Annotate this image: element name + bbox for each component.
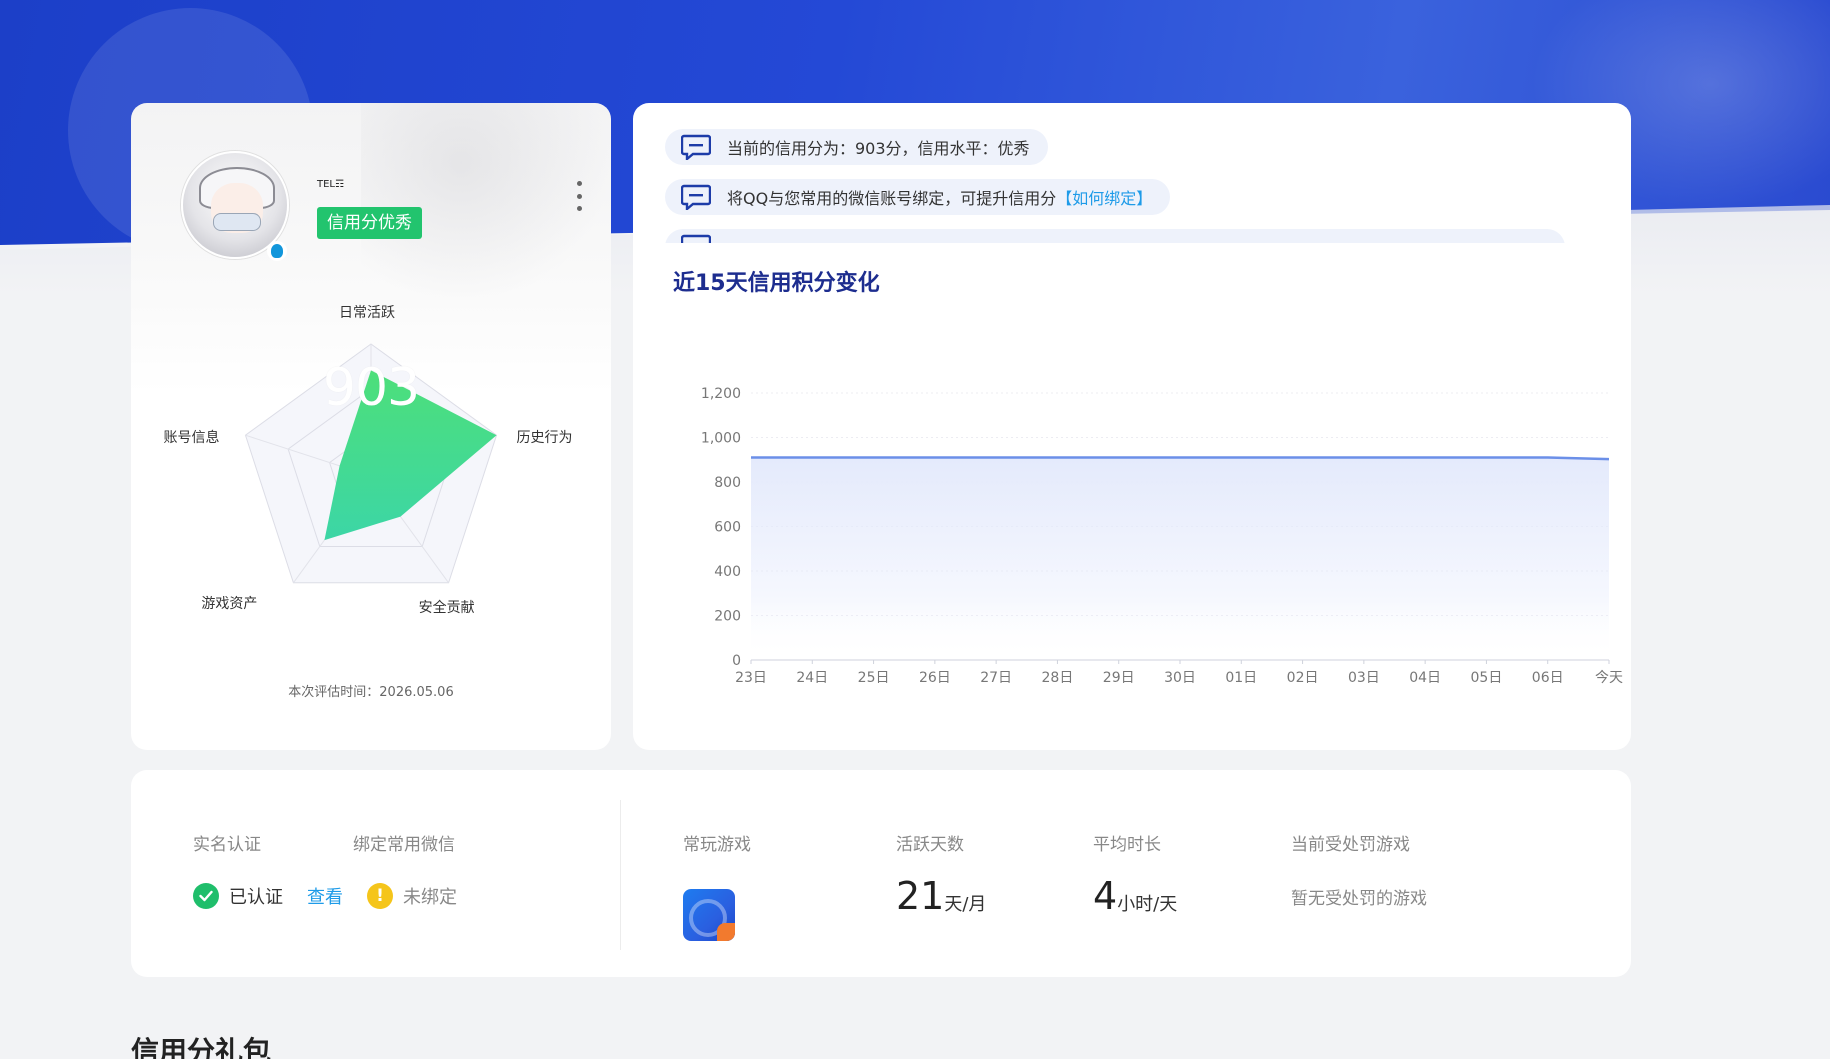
area-fill <box>751 457 1609 660</box>
y-tick-label: 200 <box>714 609 741 625</box>
radar-label-security-contribution: 安全贡献 <box>418 599 475 616</box>
frequent-game-label: 常玩游戏 <box>683 835 751 855</box>
notice-item: 当前的信用分为：903分，信用水平：优秀 <box>665 129 1048 165</box>
active-days-value: 21 <box>896 874 945 918</box>
notice-list[interactable]: 当前的信用分为：903分，信用水平：优秀 将QQ与您常用的微信账号绑定，可提升信… <box>665 129 1565 243</box>
x-tick-label: 27日 <box>980 670 1012 686</box>
active-days-value-row: 21 天/月 <box>896 870 986 922</box>
x-tick-label: 23日 <box>735 670 767 686</box>
profile-card: TEL☶ 信用分优秀 日常活跃 历史行为 安全贡献 游戏资产 账号信息 903 … <box>131 103 611 750</box>
radar-label-game-assets: 游戏资产 <box>201 595 258 612</box>
evaluation-time: 本次评估时间：2026.05.06 <box>288 685 454 700</box>
x-tick-label: 26日 <box>919 670 951 686</box>
y-tick-label: 600 <box>714 520 741 536</box>
more-options-icon[interactable] <box>571 181 587 211</box>
y-tick-label: 1,000 <box>701 431 741 447</box>
view-realname-link[interactable]: 查看 <box>307 883 343 909</box>
notice-item-partial <box>665 229 1565 243</box>
radar-label-history-behavior: 历史行为 <box>516 430 573 447</box>
credit-score: 903 <box>322 358 420 418</box>
radar-label-daily-activity: 日常活跃 <box>339 305 395 321</box>
x-tick-label: 05日 <box>1471 670 1503 686</box>
x-tick-label: 02日 <box>1287 670 1319 686</box>
x-tick-label: 24日 <box>796 670 828 686</box>
gift-section-title: 信用分礼包 <box>131 1035 272 1059</box>
x-tick-label: 06日 <box>1532 670 1564 686</box>
x-tick-label: 01日 <box>1225 670 1257 686</box>
x-tick-label: 25日 <box>858 670 890 686</box>
avg-duration-value: 4 <box>1093 874 1118 918</box>
nickname: TEL☶ <box>317 179 344 190</box>
avatar-mask <box>213 213 261 231</box>
avg-duration-label: 平均时长 <box>1093 835 1161 855</box>
chat-bubble-icon <box>681 234 711 243</box>
y-tick-label: 800 <box>714 475 741 491</box>
account-status-row: 已认证 查看 ! 未绑定 <box>193 870 457 922</box>
penalty-games-label: 当前受处罚游戏 <box>1291 835 1410 855</box>
chart-title: 近15天信用积分变化 <box>673 271 880 296</box>
y-tick-label: 400 <box>714 564 741 580</box>
credit-level-badge: 信用分优秀 <box>317 207 422 239</box>
x-tick-label: 今天 <box>1595 670 1623 686</box>
credit-chart-card: 当前的信用分为：903分，信用水平：优秀 将QQ与您常用的微信账号绑定，可提升信… <box>633 103 1631 750</box>
radar-label-account-info: 账号信息 <box>163 430 220 447</box>
x-tick-label: 04日 <box>1409 670 1441 686</box>
qq-penguin-icon <box>267 241 287 261</box>
realname-label: 实名认证 <box>193 835 261 855</box>
notice-item: 将QQ与您常用的微信账号绑定，可提升信用分 【如何绑定】 <box>665 179 1171 215</box>
stats-divider <box>620 800 621 950</box>
how-to-bind-link[interactable]: 【如何绑定】 <box>1056 185 1152 209</box>
radar-svg <box>244 343 498 584</box>
penalty-games-value: 暂无受处罚的游戏 <box>1291 888 1427 909</box>
credit-trend-chart: 0 200 400 600 800 1,000 1,200 23日 24日 25日 26日 27日 28… <box>701 386 1623 686</box>
active-days-unit: 天/月 <box>944 894 987 915</box>
warning-icon: ! <box>367 883 393 909</box>
x-tick-label: 30日 <box>1164 670 1196 686</box>
wechat-label: 绑定常用微信 <box>353 835 455 855</box>
x-tick-label: 28日 <box>1042 670 1074 686</box>
y-tick-label: 0 <box>732 653 741 669</box>
y-tick-label: 1,200 <box>701 386 741 402</box>
avg-duration-unit: 小时/天 <box>1117 894 1178 915</box>
realname-status: 已认证 <box>229 887 283 908</box>
chat-bubble-icon <box>681 184 711 210</box>
x-tick-label: 03日 <box>1348 670 1380 686</box>
notice-text: 将QQ与您常用的微信账号绑定，可提升信用分 <box>727 189 1057 208</box>
frequent-game-icon[interactable] <box>683 889 735 941</box>
wechat-status: 未绑定 <box>403 887 457 908</box>
notice-text: 当前的信用分为：903分，信用水平：优秀 <box>727 139 1030 158</box>
x-tick-label: 29日 <box>1103 670 1135 686</box>
check-circle-icon <box>193 883 219 909</box>
active-days-label: 活跃天数 <box>896 835 964 855</box>
chat-bubble-icon <box>681 134 711 160</box>
credit-radar-chart: 日常活跃 历史行为 安全贡献 游戏资产 账号信息 <box>131 283 611 623</box>
stats-card: 实名认证 绑定常用微信 已认证 查看 ! 未绑定 常玩游戏 活跃天数 21 天/… <box>131 770 1631 977</box>
avg-duration-value-row: 4 小时/天 <box>1093 870 1177 922</box>
penalty-games-value-row: 暂无受处罚的游戏 <box>1291 870 1427 922</box>
